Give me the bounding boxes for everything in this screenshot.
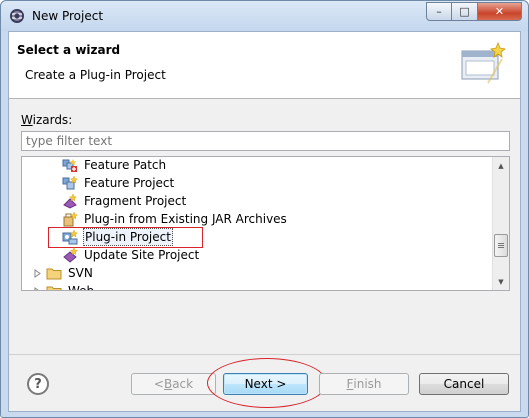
tree-item-web[interactable]: Web <box>46 282 95 291</box>
tree-item-update-site-project[interactable]: Update Site Project <box>62 246 200 264</box>
tree-scrollbar[interactable]: ▲ ▼ <box>492 157 509 290</box>
plugin-jar-icon <box>63 211 78 227</box>
scroll-down-icon[interactable]: ▼ <box>493 273 509 290</box>
close-button[interactable]: ✕ <box>478 2 522 21</box>
tree-item-label: Plug-in from Existing JAR Archives <box>84 212 287 226</box>
wizards-label: Wizards: <box>21 113 73 127</box>
fragment-project-icon <box>63 193 77 209</box>
window-title: New Project <box>32 9 104 23</box>
scrollbar-thumb[interactable] <box>494 234 508 257</box>
feature-patch-icon <box>62 159 77 172</box>
tree-item-feature-patch[interactable]: Feature Patch <box>62 157 167 174</box>
tree-item-label: SVN <box>68 266 93 280</box>
tree-item-label: Update Site Project <box>84 248 200 262</box>
dialog-body: Select a wizard Create a Plug-in Project… <box>8 31 521 412</box>
back-button[interactable]: < Back <box>131 373 216 395</box>
folder-icon <box>46 268 62 280</box>
tree-item-label: Feature Patch <box>84 158 167 172</box>
tree-item-feature-project[interactable]: Feature Project <box>62 174 175 192</box>
wizard-banner-icon <box>461 41 506 84</box>
finish-button[interactable]: Finish <box>319 373 409 395</box>
folder-icon <box>46 286 62 290</box>
feature-project-icon <box>62 175 78 190</box>
window-controls: – □ ✕ <box>426 2 522 21</box>
footer-separator <box>9 354 520 355</box>
annotation-ellipse <box>207 358 327 408</box>
tree-item-fragment-project[interactable]: Fragment Project <box>62 192 187 210</box>
title-bar[interactable]: New Project – □ ✕ <box>1 1 528 31</box>
new-project-window: New Project – □ ✕ Select a wizard Create… <box>0 0 529 418</box>
expand-arrow-icon[interactable] <box>33 269 42 278</box>
header-description: Create a Plug-in Project <box>25 68 166 82</box>
filter-input[interactable] <box>21 131 510 151</box>
help-button[interactable]: ? <box>27 373 49 395</box>
update-site-icon <box>63 247 78 263</box>
minimize-button[interactable]: – <box>426 2 452 21</box>
header-title: Select a wizard <box>17 43 121 57</box>
scroll-up-icon[interactable]: ▲ <box>493 157 509 174</box>
maximize-button[interactable]: □ <box>452 2 478 21</box>
wizard-header: Select a wizard Create a Plug-in Project <box>9 32 520 99</box>
wizard-tree: Feature Patch Feature Project Fragment P… <box>21 156 510 291</box>
tree-item-label: Feature Project <box>84 176 175 190</box>
expand-arrow-icon[interactable] <box>33 287 42 291</box>
tree-item-label: Fragment Project <box>84 194 187 208</box>
tree-item-svn[interactable]: SVN <box>46 264 94 282</box>
eclipse-app-icon <box>10 9 24 23</box>
tree-item-plugin-from-jar[interactable]: Plug-in from Existing JAR Archives <box>62 210 288 228</box>
cancel-button[interactable]: Cancel <box>419 373 509 395</box>
annotation-highlight-box <box>48 227 203 248</box>
tree-item-label: Web <box>68 284 95 291</box>
